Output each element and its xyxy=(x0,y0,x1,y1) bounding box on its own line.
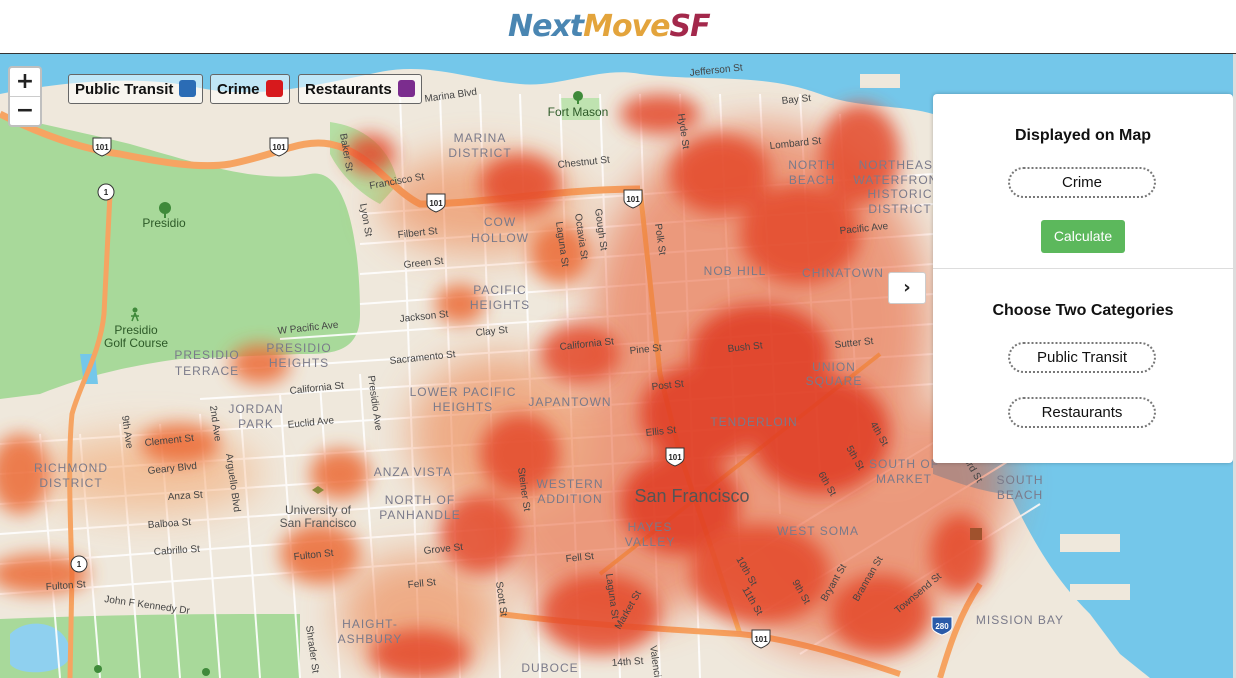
label-north: NORTH xyxy=(788,158,835,172)
label-japantown: JAPANTOWN xyxy=(528,395,611,409)
svg-text:1: 1 xyxy=(77,560,82,569)
label-usf-1: University of xyxy=(285,503,352,517)
label-district: DISTRICT xyxy=(448,146,511,160)
svg-text:280: 280 xyxy=(935,622,949,631)
label-cow: COW xyxy=(484,215,516,229)
label-lower-pac: LOWER PACIFIC xyxy=(410,385,517,399)
svg-text:101: 101 xyxy=(754,635,768,644)
label-richmond: RICHMOND xyxy=(34,461,108,475)
label-jordan: JORDAN xyxy=(228,402,283,416)
calculate-button[interactable]: Calculate xyxy=(1041,220,1125,253)
header: NextMoveSF xyxy=(0,0,1236,54)
label-haight: HAIGHT- xyxy=(342,617,398,631)
label-tenderloin: TENDERLOIN xyxy=(710,415,797,429)
label-west-soma: WEST SOMA xyxy=(777,524,859,538)
legend-restaurants[interactable]: Restaurants xyxy=(298,74,422,104)
label-ashbury: ASHBURY xyxy=(338,632,403,646)
heatmap-map[interactable]: 101 101 101 101 101 101 1 1 280 MARINA D… xyxy=(0,54,1236,678)
svg-text:1: 1 xyxy=(104,188,109,197)
zoom-control: + − xyxy=(8,66,42,127)
legend-label: Crime xyxy=(217,81,260,98)
highway-shield-1-icon: 1 xyxy=(97,183,115,201)
label-union: UNION xyxy=(812,360,856,374)
label-heights-2: HEIGHTS xyxy=(269,356,329,370)
label-terrace: TERRACE xyxy=(175,364,239,378)
label-anza-vista: ANZA VISTA xyxy=(374,465,452,479)
logo-move: Move xyxy=(583,9,670,44)
svg-text:101: 101 xyxy=(95,143,109,152)
label-ne-1: NORTHEAST xyxy=(859,158,942,172)
app-logo[interactable]: NextMoveSF xyxy=(508,9,711,44)
label-marina: MARINA xyxy=(454,131,507,145)
highway-shield-1-icon: 1 xyxy=(70,555,88,573)
zoom-out-button[interactable]: − xyxy=(10,97,40,125)
panel-toggle-chevron-icon[interactable]: › xyxy=(888,272,926,304)
label-presidio-golf: Presidio xyxy=(114,323,158,337)
label-beach-2: BEACH xyxy=(997,488,1043,502)
city-label: San Francisco xyxy=(634,486,749,506)
label-north-of: NORTH OF xyxy=(385,493,455,507)
label-hollow: HOLLOW xyxy=(471,231,529,245)
choose-title: Choose Two Categories xyxy=(992,302,1174,319)
svg-text:14th St: 14th St xyxy=(611,656,644,669)
label-presidio-h: PRESIDIO xyxy=(266,341,331,355)
svg-text:101: 101 xyxy=(626,195,640,204)
label-mission-bay: MISSION BAY xyxy=(976,613,1064,627)
label-duboce: DUBOCE xyxy=(521,661,578,675)
svg-text:101: 101 xyxy=(668,453,682,462)
label-square: SQUARE xyxy=(806,374,863,388)
pier xyxy=(1060,534,1120,552)
label-presidio: Presidio xyxy=(142,216,186,230)
displayed-title: Displayed on Map xyxy=(1014,127,1152,144)
label-panhandle: PANHANDLE xyxy=(379,508,460,522)
label-fort-mason: Fort Mason xyxy=(548,105,609,119)
legend-label: Public Transit xyxy=(75,81,174,98)
label-chinatown: CHINATOWN xyxy=(802,266,884,280)
label-valley: VALLEY xyxy=(625,535,675,549)
label-south: SOUTH xyxy=(997,473,1044,487)
label-park: PARK xyxy=(238,417,274,431)
label-heights: HEIGHTS xyxy=(470,298,530,312)
label-western: WESTERN xyxy=(537,477,604,491)
legend-crime[interactable]: Crime xyxy=(210,74,290,104)
legend-public-transit[interactable]: Public Transit xyxy=(68,74,204,104)
label-ne-3: HISTORIC xyxy=(867,187,932,201)
building-icon xyxy=(970,528,982,540)
displayed-category-button[interactable]: Crime xyxy=(1008,167,1156,198)
control-panel: Displayed on Map Crime Calculate Choose … xyxy=(933,94,1233,463)
label-ne-4: DISTRICT xyxy=(868,202,931,216)
legend-label: Restaurants xyxy=(305,81,392,98)
logo-next: Next xyxy=(508,9,584,44)
zoom-in-button[interactable]: + xyxy=(10,68,40,97)
label-hayes: HAYES xyxy=(628,520,673,534)
label-usf-2: San Francisco xyxy=(280,516,357,530)
label-market: MARKET xyxy=(876,472,932,486)
panel-divider xyxy=(933,268,1233,269)
legend-swatch xyxy=(265,80,283,98)
label-beach: BEACH xyxy=(789,173,835,187)
legend-swatch xyxy=(397,80,415,98)
pier xyxy=(1070,584,1130,600)
category-choice-restaurants[interactable]: Restaurants xyxy=(1008,397,1156,428)
label-south-of: SOUTH OF xyxy=(869,457,939,471)
category-choice-public-transit[interactable]: Public Transit xyxy=(1008,342,1156,373)
label-presidio-t: PRESIDIO xyxy=(174,348,239,362)
label-heights-3: HEIGHTS xyxy=(433,400,493,414)
legend-swatch xyxy=(179,80,197,98)
svg-text:101: 101 xyxy=(429,199,443,208)
pier xyxy=(860,74,900,88)
label-pacific: PACIFIC xyxy=(473,283,526,297)
tree-icon xyxy=(94,665,102,673)
logo-sf: SF xyxy=(669,9,711,44)
label-golf-course: Golf Course xyxy=(104,336,168,350)
label-addition: ADDITION xyxy=(537,492,602,506)
label-district-2: DISTRICT xyxy=(39,476,102,490)
svg-text:101: 101 xyxy=(272,143,286,152)
label-nob-hill: NOB HILL xyxy=(704,264,767,278)
tree-icon xyxy=(202,668,210,676)
